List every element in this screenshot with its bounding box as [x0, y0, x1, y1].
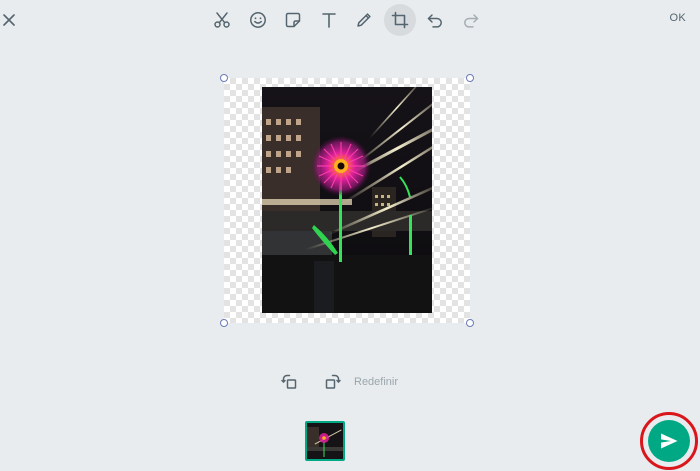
- editor-toolbar: OK: [0, 0, 700, 40]
- crop-handle-top-left[interactable]: [220, 74, 228, 82]
- tool-group: [206, 4, 490, 36]
- undo-icon: [427, 14, 442, 28]
- emoji-button[interactable]: [242, 4, 274, 36]
- emoji-icon: [249, 12, 266, 28]
- sticker-button[interactable]: [277, 4, 309, 36]
- reset-button[interactable]: Redefinir: [354, 376, 398, 388]
- text-button[interactable]: [313, 4, 345, 36]
- crop-handle-bottom-left[interactable]: [220, 319, 228, 327]
- redo-button[interactable]: [455, 4, 487, 36]
- scissors-icon: [214, 12, 230, 28]
- crop-button[interactable]: [383, 4, 416, 36]
- rotate-left-icon: [281, 374, 297, 389]
- crop-icon: [391, 11, 408, 29]
- sticker-icon: [285, 12, 301, 28]
- rotate-left-button[interactable]: [278, 370, 302, 394]
- rotate-right-button[interactable]: [320, 370, 344, 394]
- crop-controls: Redefinir: [278, 370, 398, 394]
- pencil-icon: [357, 13, 371, 27]
- media-thumbnail[interactable]: [305, 421, 345, 461]
- crop-handle-top-right[interactable]: [466, 74, 474, 82]
- close-icon: [3, 14, 15, 26]
- crop-handle-bottom-right[interactable]: [466, 319, 474, 327]
- text-icon: [321, 13, 336, 28]
- undo-button[interactable]: [419, 4, 451, 36]
- photo-image: [262, 87, 432, 313]
- thumbnail-image: [307, 423, 343, 459]
- close-button[interactable]: [0, 8, 18, 32]
- send-button[interactable]: [648, 420, 690, 462]
- send-icon: [661, 433, 678, 449]
- redo-icon: [463, 14, 478, 28]
- photo-preview: [262, 87, 432, 313]
- ok-button[interactable]: OK: [670, 12, 687, 24]
- rotate-right-icon: [325, 374, 341, 389]
- draw-button[interactable]: [348, 4, 380, 36]
- cut-button[interactable]: [206, 4, 238, 36]
